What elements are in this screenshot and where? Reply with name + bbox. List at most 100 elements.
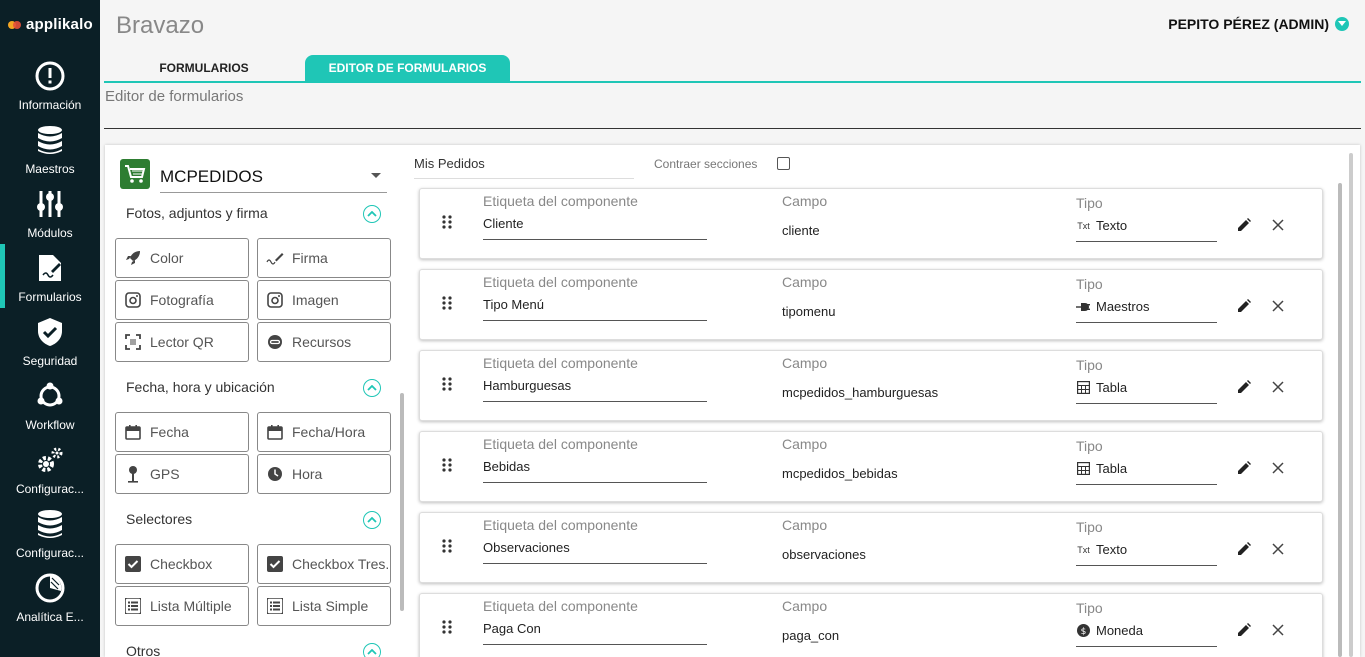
chevron-up-icon[interactable]	[363, 379, 381, 397]
panel-scrollbar[interactable]	[1349, 153, 1353, 657]
close-icon[interactable]	[1271, 461, 1285, 475]
drag-handle-icon[interactable]	[442, 215, 452, 236]
palette-checkbox-tres-button[interactable]: Checkbox Tres...	[257, 544, 391, 584]
palette-checkbox-button[interactable]: Checkbox	[115, 544, 249, 584]
palette-fotografia-button[interactable]: Fotografía	[115, 280, 249, 320]
chevron-down-icon[interactable]	[1335, 17, 1349, 31]
close-icon[interactable]	[1271, 623, 1285, 637]
svg-text:$: $	[1081, 627, 1087, 637]
components-scrollbar[interactable]	[1338, 183, 1342, 657]
pencil-icon[interactable]	[1237, 461, 1251, 475]
component-row[interactable]: Etiqueta del componente Cliente Campo cl…	[419, 188, 1323, 259]
text-type-icon: Txt	[1077, 220, 1090, 231]
close-icon[interactable]	[1271, 218, 1285, 232]
palette-lista-simple-button[interactable]: Lista Simple	[257, 586, 391, 626]
component-row[interactable]: Etiqueta del componente Observaciones Ca…	[419, 512, 1323, 583]
component-row[interactable]: Etiqueta del componente Paga Con Campo p…	[419, 593, 1323, 657]
section-title: Otros	[126, 643, 161, 657]
tab-formularios[interactable]: FORMULARIOS	[104, 55, 304, 81]
calendar-icon	[124, 423, 142, 441]
label-header: Etiqueta del componente	[483, 193, 638, 209]
form-title-input[interactable]: Mis Pedidos	[414, 156, 485, 171]
calendar-icon	[266, 423, 284, 441]
component-label-input[interactable]: Observaciones	[483, 540, 570, 555]
tab-editor-formularios[interactable]: EDITOR DE FORMULARIOS	[305, 55, 510, 81]
section-selectores[interactable]: Selectores	[126, 511, 381, 531]
section-otros[interactable]: Otros	[126, 643, 381, 657]
component-label-input[interactable]: Cliente	[483, 216, 523, 231]
workflow-icon	[34, 380, 66, 412]
palette-imagen-button[interactable]: Imagen	[257, 280, 391, 320]
component-label-input[interactable]: Paga Con	[483, 621, 541, 636]
collapse-sections-checkbox[interactable]	[777, 157, 790, 170]
nav-item-configuracion-2[interactable]: Configurac...	[0, 508, 100, 572]
nav-label: Maestros	[25, 162, 75, 176]
palette-hora-button[interactable]: Hora	[257, 454, 391, 494]
drag-handle-icon[interactable]	[442, 539, 452, 560]
drag-handle-icon[interactable]	[442, 296, 452, 317]
palette-fecha-button[interactable]: Fecha	[115, 412, 249, 452]
nav-item-seguridad[interactable]: Seguridad	[0, 316, 100, 380]
drag-handle-icon[interactable]	[442, 458, 452, 479]
nav-item-maestros[interactable]: Maestros	[0, 124, 100, 188]
chevron-up-icon[interactable]	[363, 511, 381, 529]
field-header: Campo	[782, 193, 828, 209]
pencil-icon[interactable]	[1237, 218, 1251, 232]
dropdown-caret-icon[interactable]	[371, 173, 381, 178]
component-field: cliente	[782, 223, 820, 238]
nav-item-modulos[interactable]: Módulos	[0, 188, 100, 252]
palette-fecha-hora-button[interactable]: Fecha/Hora	[257, 412, 391, 452]
component-type: Tabla	[1076, 461, 1127, 476]
nav-item-formularios[interactable]: Formularios	[0, 244, 100, 316]
pencil-icon[interactable]	[1237, 380, 1251, 394]
component-label-input[interactable]: Tipo Menú	[483, 297, 544, 312]
list-icon	[266, 597, 284, 615]
section-fecha[interactable]: Fecha, hora y ubicación	[126, 379, 381, 399]
palette-color-button[interactable]: Color	[115, 238, 249, 278]
component-label-input[interactable]: Bebidas	[483, 459, 530, 474]
pencil-icon[interactable]	[1237, 623, 1251, 637]
cart-icon	[120, 159, 150, 189]
palette-recursos-button[interactable]: Recursos	[257, 322, 391, 362]
component-row[interactable]: Etiqueta del componente Tipo Menú Campo …	[419, 269, 1323, 340]
field-header: Campo	[782, 598, 828, 614]
palette-lista-multiple-button[interactable]: Lista Múltiple	[115, 586, 249, 626]
section-title: Selectores	[126, 511, 193, 527]
palette-firma-button[interactable]: Firma	[257, 238, 391, 278]
component-field: tipomenu	[782, 304, 836, 319]
nav-item-workflow[interactable]: Workflow	[0, 380, 100, 444]
component-row[interactable]: Etiqueta del componente Hamburguesas Cam…	[419, 350, 1323, 421]
clock-icon	[266, 465, 284, 483]
nav-label: Información	[18, 98, 82, 112]
component-type: Txt Texto	[1077, 218, 1128, 233]
camera-icon	[266, 291, 284, 309]
component-label-input[interactable]: Hamburguesas	[483, 378, 571, 393]
nav-item-configuracion-1[interactable]: Configurac...	[0, 444, 100, 508]
nav-label: Módulos	[27, 226, 73, 240]
section-title: Fecha, hora y ubicación	[126, 379, 275, 395]
form-selector[interactable]: MCPEDIDOS	[120, 159, 387, 193]
pencil-icon[interactable]	[1237, 299, 1251, 313]
component-type: Maestros	[1076, 299, 1149, 314]
logo[interactable]: applikalo	[8, 16, 93, 33]
close-icon[interactable]	[1271, 299, 1285, 313]
close-icon[interactable]	[1271, 380, 1285, 394]
nav-item-informacion[interactable]: Información	[0, 60, 100, 124]
palette-lector-qr-button[interactable]: Lector QR	[115, 322, 249, 362]
table-icon	[1076, 462, 1091, 475]
close-icon[interactable]	[1271, 542, 1285, 556]
chevron-up-icon[interactable]	[363, 643, 381, 657]
pencil-icon[interactable]	[1237, 542, 1251, 556]
drag-handle-icon[interactable]	[442, 620, 452, 641]
form-name: MCPEDIDOS	[160, 167, 263, 186]
camera-icon	[124, 291, 142, 309]
component-row[interactable]: Etiqueta del componente Bebidas Campo mc…	[419, 431, 1323, 502]
nav-item-analitica[interactable]: Analítica E...	[0, 572, 100, 636]
palette-scrollbar[interactable]	[400, 393, 404, 611]
nav-label: Seguridad	[22, 354, 78, 368]
drag-handle-icon[interactable]	[442, 377, 452, 398]
user-menu[interactable]: PEPITO PÉREZ (ADMIN)	[1168, 16, 1349, 32]
palette-gps-button[interactable]: GPS	[115, 454, 249, 494]
chevron-up-icon[interactable]	[363, 205, 381, 223]
section-fotos[interactable]: Fotos, adjuntos y firma	[126, 205, 381, 225]
